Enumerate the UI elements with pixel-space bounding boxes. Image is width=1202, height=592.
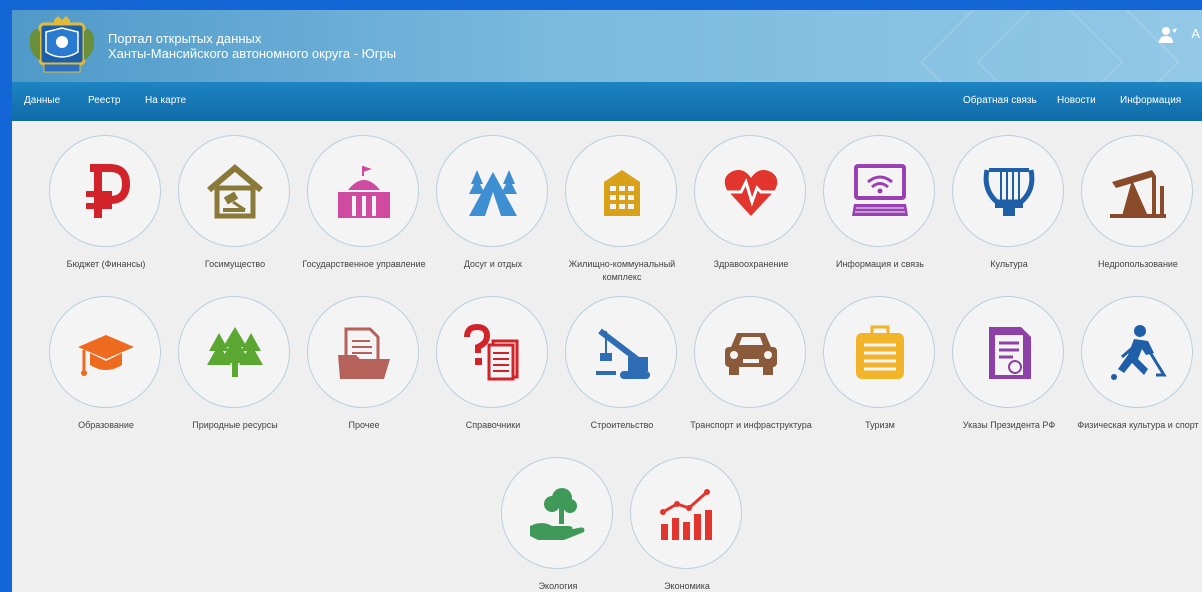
category-circle bbox=[565, 296, 677, 408]
category-label: Природные ресурсы bbox=[192, 420, 278, 430]
crane-icon bbox=[596, 328, 650, 379]
category-label: Госимущество bbox=[204, 259, 266, 269]
category-circle bbox=[49, 135, 161, 247]
oil-pump-icon bbox=[1110, 170, 1166, 218]
category-healthcare[interactable]: Здравоохранение bbox=[687, 121, 815, 281]
category-natural-resources[interactable]: Природные ресурсы bbox=[171, 282, 299, 442]
category-label: Жилищно-коммунальный комплекс bbox=[568, 259, 676, 282]
category-circle bbox=[307, 135, 419, 247]
category-tourism[interactable]: Туризм bbox=[816, 282, 944, 442]
government-building-icon bbox=[338, 166, 390, 218]
category-label: Прочее bbox=[348, 420, 380, 430]
category-label: Образование bbox=[78, 420, 134, 430]
category-grid: Бюджет (Финансы) Госимущество Государств… bbox=[12, 121, 1202, 592]
folder-documents-icon bbox=[338, 327, 390, 379]
wifi-computer-icon bbox=[852, 164, 908, 216]
category-label: Информация и связь bbox=[835, 259, 924, 269]
category-label: Недропользование bbox=[1098, 259, 1178, 269]
main-navbar: Данные Реестр На карте Обратная связь Но… bbox=[12, 82, 1202, 121]
category-label: Бюджет (Финансы) bbox=[66, 259, 146, 269]
tent-trees-icon bbox=[469, 170, 517, 216]
category-label: Здравоохранение bbox=[713, 259, 789, 269]
growth-chart-icon bbox=[660, 489, 712, 540]
category-economy[interactable]: Экономика bbox=[623, 443, 751, 592]
nav-feedback[interactable]: Обратная связь bbox=[963, 95, 1037, 106]
category-reference[interactable]: Справочники bbox=[429, 282, 557, 442]
category-sports[interactable]: Физическая культура и спорт bbox=[1074, 282, 1202, 442]
apartment-building-icon bbox=[604, 170, 640, 216]
category-label: Туризм bbox=[865, 420, 895, 430]
category-culture[interactable]: Культура bbox=[945, 121, 1073, 281]
category-state-property[interactable]: Госимущество bbox=[171, 121, 299, 281]
category-label: Справочники bbox=[465, 420, 521, 430]
category-circle bbox=[694, 296, 806, 408]
house-gavel-icon bbox=[207, 164, 263, 219]
category-subsoil[interactable]: Недропользование bbox=[1074, 121, 1202, 281]
suitcase-icon bbox=[856, 325, 904, 379]
category-government[interactable]: Государственное управление bbox=[300, 121, 428, 281]
lyre-icon bbox=[983, 168, 1035, 216]
category-other[interactable]: Прочее bbox=[300, 282, 428, 442]
category-housing[interactable]: Жилищно-коммунальный комплекс bbox=[558, 121, 686, 282]
category-label: Физическая культура и спорт bbox=[1077, 420, 1199, 430]
category-label: Строительство bbox=[590, 420, 654, 430]
category-label: Транспорт и инфраструктура bbox=[690, 420, 812, 430]
category-ecology[interactable]: Экология bbox=[494, 443, 622, 592]
category-circle bbox=[565, 135, 677, 247]
category-construction[interactable]: Строительство bbox=[558, 282, 686, 442]
category-circle bbox=[49, 296, 161, 408]
category-circle bbox=[178, 135, 290, 247]
category-circle bbox=[501, 457, 613, 569]
category-circle bbox=[436, 135, 548, 247]
category-budget[interactable]: Бюджет (Финансы) bbox=[42, 121, 170, 281]
nav-information[interactable]: Информация bbox=[1120, 95, 1181, 106]
category-circle bbox=[1081, 296, 1193, 408]
category-information[interactable]: Информация и связь bbox=[816, 121, 944, 281]
decree-document-icon bbox=[989, 327, 1031, 379]
category-circle bbox=[952, 296, 1064, 408]
category-circle bbox=[952, 135, 1064, 247]
nav-registry[interactable]: Реестр bbox=[88, 95, 121, 106]
portal-subtitle: Ханты-Мансийского автономного округа - Ю… bbox=[108, 46, 397, 61]
coat-of-arms-logo[interactable] bbox=[26, 16, 98, 78]
language-toggle[interactable]: A bbox=[1191, 26, 1200, 41]
page-frame: Портал открытых данных Ханты-Мансийского… bbox=[12, 10, 1202, 592]
pine-trees-icon bbox=[207, 327, 263, 377]
category-circle bbox=[694, 135, 806, 247]
nav-data[interactable]: Данные bbox=[24, 95, 60, 106]
portal-title: Портал открытых данных bbox=[108, 31, 262, 46]
category-education[interactable]: Образование bbox=[42, 282, 170, 442]
category-circle bbox=[1081, 135, 1193, 247]
nav-map[interactable]: На карте bbox=[145, 95, 186, 106]
nav-news[interactable]: Новости bbox=[1057, 95, 1096, 106]
category-circle bbox=[178, 296, 290, 408]
category-label: Экология bbox=[538, 581, 578, 591]
category-leisure[interactable]: Досуг и отдых bbox=[429, 121, 557, 281]
category-circle bbox=[630, 457, 742, 569]
tree-hand-icon bbox=[530, 488, 585, 540]
question-documents-icon bbox=[464, 323, 519, 381]
category-label: Указы Президента РФ bbox=[962, 420, 1056, 430]
category-circle bbox=[307, 296, 419, 408]
category-label: Культура bbox=[990, 259, 1028, 269]
category-circle bbox=[436, 296, 548, 408]
hockey-player-icon bbox=[1111, 325, 1167, 380]
category-presidential-decrees[interactable]: Указы Президента РФ bbox=[945, 282, 1073, 442]
user-icon[interactable] bbox=[1158, 26, 1178, 44]
ruble-icon bbox=[86, 164, 131, 218]
graduation-cap-icon bbox=[78, 335, 134, 376]
category-label: Досуг и отдых bbox=[463, 259, 523, 269]
heart-pulse-icon bbox=[724, 170, 778, 216]
category-circle bbox=[823, 135, 935, 247]
category-circle bbox=[823, 296, 935, 408]
category-transport[interactable]: Транспорт и инфраструктура bbox=[687, 282, 815, 442]
category-label: Государственное управление bbox=[302, 259, 426, 269]
site-header: Портал открытых данных Ханты-Мансийского… bbox=[12, 10, 1202, 82]
category-label: Экономика bbox=[664, 581, 710, 591]
car-icon bbox=[725, 333, 777, 375]
